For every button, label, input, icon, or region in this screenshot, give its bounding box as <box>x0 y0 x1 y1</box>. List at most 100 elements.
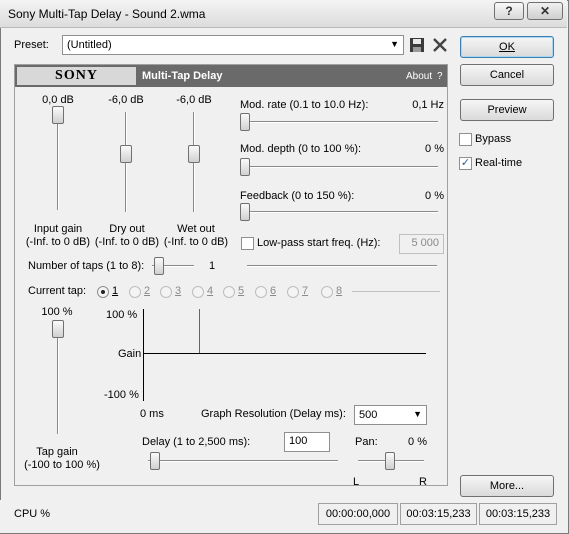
tap-label-1: 1 <box>112 285 119 297</box>
graph-y-top: 100 % <box>106 309 138 321</box>
tap-gain-range: (-100 to 100 %) <box>24 459 100 471</box>
mod-depth-value: 0 % <box>425 143 444 155</box>
input-gain-value: 0,0 dB <box>42 94 74 106</box>
save-icon[interactable] <box>409 37 425 53</box>
input-gain-track <box>57 110 59 210</box>
wet-out-range: (-Inf. to 0 dB) <box>163 236 229 248</box>
pan-left-label: L <box>353 476 360 488</box>
input-gain-range: (-Inf. to 0 dB) <box>25 236 91 248</box>
delay-label: Delay (1 to 2,500 ms): <box>142 436 251 448</box>
tap-radio-5[interactable] <box>223 286 235 298</box>
close-button[interactable]: ✕ <box>527 2 563 20</box>
chevron-down-icon: ▼ <box>413 409 422 419</box>
graph-y-axis <box>143 309 144 401</box>
dry-out-fader[interactable] <box>120 145 132 163</box>
bypass-checkbox[interactable] <box>459 133 472 146</box>
tap-label-8: 8 <box>336 285 343 297</box>
realtime-label: Real-time <box>475 157 523 169</box>
status-time-selection: 00:03:15,233 <box>400 503 477 525</box>
status-time-length: 00:03:15,233 <box>479 503 557 525</box>
ok-button[interactable]: OK <box>460 36 554 58</box>
number-of-taps-slider[interactable] <box>154 257 164 275</box>
tap-radio-7[interactable] <box>287 286 299 298</box>
window-title: Sony Multi-Tap Delay - Sound 2.wma <box>8 7 206 21</box>
more-button[interactable]: More... <box>460 475 554 497</box>
preset-value: (Untitled) <box>67 39 112 51</box>
preset-dropdown[interactable]: (Untitled) ▼ <box>62 35 404 55</box>
tap-separator <box>352 291 440 292</box>
tap-radio-4[interactable] <box>192 286 204 298</box>
tap-radio-3[interactable] <box>160 286 172 298</box>
pan-right-label: R <box>419 476 427 488</box>
mod-rate-slider[interactable] <box>240 113 250 131</box>
tap-label-5: 5 <box>238 285 245 297</box>
tap-gain-track <box>57 322 59 434</box>
delay-slider[interactable] <box>150 452 160 470</box>
tap-label-6: 6 <box>270 285 277 297</box>
preset-label: Preset: <box>14 39 49 51</box>
input-gain-label: Input gain <box>33 223 83 235</box>
mod-depth-slider[interactable] <box>240 158 250 176</box>
lowpass-label: Low-pass start freq. (Hz): <box>257 237 381 249</box>
chevron-down-icon: ▼ <box>390 39 399 49</box>
feedback-label: Feedback (0 to 150 %): <box>240 190 355 202</box>
tap-gain-value: 100 % <box>41 306 73 318</box>
feedback-value: 0 % <box>425 190 444 202</box>
tap-radio-6[interactable] <box>255 286 267 298</box>
status-time-position: 00:00:00,000 <box>318 503 398 525</box>
wet-out-fader[interactable] <box>188 145 200 163</box>
mod-rate-value: 0,1 Hz <box>412 99 444 111</box>
number-of-taps-value: 1 <box>209 260 216 272</box>
tap-radio-1[interactable] <box>97 286 109 298</box>
graph-resolution-dropdown[interactable]: 500 ▼ <box>354 405 427 425</box>
pan-slider[interactable] <box>385 452 395 470</box>
current-tap-label: Current tap: <box>28 285 87 297</box>
plugin-name: Multi-Tap Delay <box>142 70 223 82</box>
sony-logo: SONY <box>17 67 136 85</box>
graph-y-bottom: -100 % <box>104 389 139 401</box>
tap-gain-fader[interactable] <box>52 320 64 338</box>
realtime-checkbox[interactable]: ✓ <box>459 157 472 170</box>
lowpass-checkbox[interactable] <box>241 237 254 250</box>
cancel-button[interactable]: Cancel <box>460 64 554 86</box>
mod-rate-label: Mod. rate (0.1 to 10.0 Hz): <box>240 99 369 111</box>
graph-resolution-value: 500 <box>359 409 378 421</box>
cpu-label: CPU % <box>14 508 51 520</box>
tap-label-2: 2 <box>144 285 151 297</box>
preview-button[interactable]: Preview <box>460 99 554 121</box>
tap-label-4: 4 <box>207 285 214 297</box>
dry-out-label: Dry out <box>109 223 145 235</box>
help-link[interactable]: ? <box>437 71 443 82</box>
number-of-taps-label: Number of taps (1 to 8): <box>28 260 145 272</box>
pan-label: Pan: <box>355 436 378 448</box>
input-gain-fader[interactable] <box>52 106 64 124</box>
graph-x-start: 0 ms <box>140 408 164 420</box>
tap-radio-8[interactable] <box>321 286 333 298</box>
graph-gain-line <box>143 353 426 354</box>
tap-label-7: 7 <box>302 285 309 297</box>
help-button[interactable]: ? <box>494 2 524 20</box>
mod-depth-track <box>240 166 438 168</box>
feedback-track <box>240 211 438 213</box>
lowpass-freq-input[interactable]: 5 000 <box>399 234 444 254</box>
feedback-slider[interactable] <box>240 203 250 221</box>
bypass-label: Bypass <box>475 133 512 145</box>
tap-gain-label: Tap gain <box>36 446 78 458</box>
delay-input[interactable]: 100 <box>284 432 330 452</box>
dry-out-value: -6,0 dB <box>108 94 144 106</box>
pan-value: 0 % <box>408 436 427 448</box>
delay-track <box>148 460 338 462</box>
wet-out-value: -6,0 dB <box>176 94 212 106</box>
graph-resolution-label: Graph Resolution (Delay ms): <box>201 408 346 420</box>
wet-out-label: Wet out <box>177 223 215 235</box>
dry-out-range: (-Inf. to 0 dB) <box>94 236 160 248</box>
mod-rate-track <box>240 121 438 123</box>
graph-y-mid: Gain <box>118 348 142 360</box>
tap-radio-2[interactable] <box>129 286 141 298</box>
about-link[interactable]: About <box>406 71 432 82</box>
tap-label-3: 3 <box>175 285 182 297</box>
mod-depth-label: Mod. depth (0 to 100 %): <box>240 143 362 155</box>
delete-preset-icon[interactable] <box>432 37 448 53</box>
tap-marker[interactable] <box>199 309 200 353</box>
taps-meter <box>247 265 437 267</box>
